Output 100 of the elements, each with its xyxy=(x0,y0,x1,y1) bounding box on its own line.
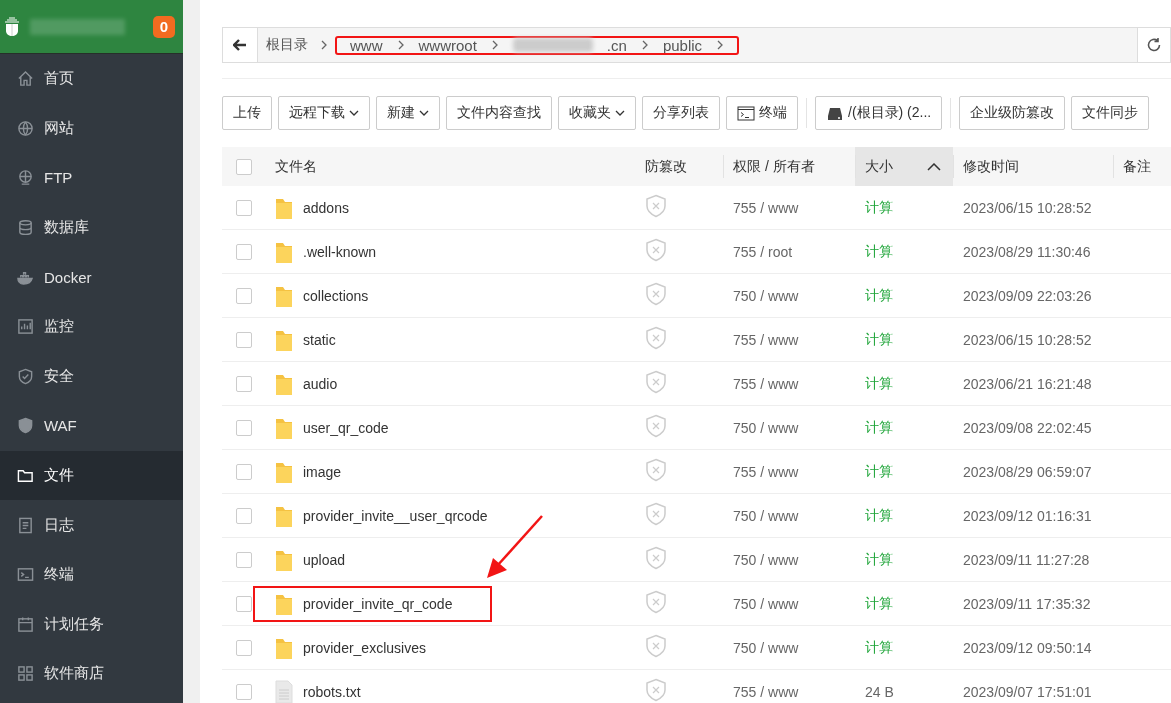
file-name[interactable]: addons xyxy=(303,199,349,216)
checkbox[interactable] xyxy=(236,683,252,700)
caret-icon xyxy=(419,109,429,117)
permission-cell: 750 / www xyxy=(723,581,855,626)
checkbox[interactable] xyxy=(236,507,252,524)
sidebar-item[interactable]: WAF xyxy=(0,401,183,451)
shield-off-icon[interactable] xyxy=(645,546,667,570)
modified-time-cell: 2023/06/15 10:28:52 xyxy=(953,317,1113,362)
file-name[interactable]: .well-known xyxy=(303,243,377,260)
toolbar-button[interactable]: 远程下载 xyxy=(278,96,370,130)
shield-off-icon[interactable] xyxy=(645,590,667,614)
sidebar-item[interactable]: FTP xyxy=(0,153,183,203)
toolbar-button[interactable]: 上传 xyxy=(222,96,272,130)
toolbar-button[interactable]: 文件内容查找 xyxy=(446,96,552,130)
checkbox[interactable] xyxy=(236,419,252,436)
sidebar-item[interactable]: 首页 xyxy=(0,54,183,104)
modified-time-cell: 2023/08/29 06:59:07 xyxy=(953,449,1113,494)
sidebar-item[interactable]: 监控 xyxy=(0,301,183,352)
checkbox[interactable] xyxy=(236,551,252,568)
checkbox[interactable] xyxy=(236,595,252,612)
checkbox[interactable] xyxy=(236,287,252,304)
sidebar-item[interactable]: Docker xyxy=(0,252,183,302)
permission-cell: 750 / www xyxy=(723,493,855,538)
file-name[interactable]: robots.txt xyxy=(303,683,361,700)
column-header[interactable]: 修改时间 xyxy=(953,147,1113,186)
file-name[interactable]: user_qr_code xyxy=(303,419,389,436)
permission-cell: 750 / www xyxy=(723,273,855,318)
shield-off-icon[interactable] xyxy=(645,238,667,262)
refresh-button[interactable] xyxy=(1137,28,1170,62)
permission-cell: 750 / www xyxy=(723,405,855,450)
sidebar-item[interactable]: 文件 xyxy=(0,450,183,501)
shield-off-icon[interactable] xyxy=(645,634,667,658)
log-icon xyxy=(17,516,34,534)
logo-icon xyxy=(4,16,20,37)
shield-off-icon[interactable] xyxy=(645,414,667,438)
ftp-icon xyxy=(17,169,34,187)
checkbox[interactable] xyxy=(236,199,252,216)
toolbar-button[interactable]: 企业级防篡改 xyxy=(959,96,1066,130)
file-name[interactable]: upload xyxy=(303,551,346,568)
modified-time-cell: 2023/09/09 22:03:26 xyxy=(953,273,1113,318)
sidebar-item[interactable]: 安全 xyxy=(0,351,183,402)
calendar-icon xyxy=(17,615,34,633)
checkbox[interactable] xyxy=(236,375,252,392)
file-name[interactable]: static xyxy=(303,331,336,348)
modified-time-cell: 2023/08/29 11:30:46 xyxy=(953,229,1113,274)
file-name[interactable]: provider_invite_qr_code xyxy=(303,595,453,612)
modified-time-cell: 2023/09/07 17:51:01 xyxy=(953,669,1113,703)
column-header[interactable]: 备注 xyxy=(1113,147,1171,186)
sort-caret-icon xyxy=(927,163,941,171)
permission-cell: 755 / www xyxy=(723,317,855,362)
shield-off-icon[interactable] xyxy=(645,678,667,702)
shield-off-icon[interactable] xyxy=(645,458,667,482)
file-name[interactable]: provider_invite__user_qrcode xyxy=(303,507,488,524)
file-name[interactable]: audio xyxy=(303,375,338,392)
sidebar-item[interactable]: 日志 xyxy=(0,500,183,550)
breadcrumb-link[interactable]: wwwroot xyxy=(418,36,477,54)
sidebar-item[interactable]: 终端 xyxy=(0,549,183,600)
modified-time-cell: 2023/09/11 11:27:28 xyxy=(953,537,1113,582)
modified-time-cell: 2023/09/11 17:35:32 xyxy=(953,581,1113,626)
sidebar-item[interactable]: 网站 xyxy=(0,103,183,154)
permission-cell: 755 / www xyxy=(723,361,855,406)
terminal-icon xyxy=(17,566,34,584)
permission-cell: 750 / www xyxy=(723,537,855,582)
breadcrumb-link[interactable]: www xyxy=(350,36,383,54)
column-header[interactable]: 防篡改 xyxy=(635,147,723,186)
toolbar-button[interactable]: 终端 xyxy=(726,96,798,130)
toolbar-button[interactable]: 收藏夹 xyxy=(558,96,636,130)
column-header[interactable]: 文件名 xyxy=(265,147,635,186)
shield-off-icon[interactable] xyxy=(645,370,667,394)
checkbox[interactable] xyxy=(236,158,252,175)
file-name[interactable]: provider_exclusives xyxy=(303,639,426,656)
shield-off-icon[interactable] xyxy=(645,282,667,306)
checkbox[interactable] xyxy=(236,463,252,480)
shield-off-icon[interactable] xyxy=(645,326,667,350)
toolbar-button[interactable]: 新建 xyxy=(376,96,440,130)
toolbar-button[interactable]: 分享列表 xyxy=(642,96,720,130)
checkbox[interactable] xyxy=(236,243,252,260)
apps-icon xyxy=(17,665,34,683)
breadcrumb-link[interactable]: public xyxy=(662,36,703,54)
column-header[interactable]: 权限 / 所有者 xyxy=(723,147,855,186)
sidebar-item[interactable]: 计划任务 xyxy=(0,599,183,650)
back-arrow-icon xyxy=(233,39,247,51)
sidebar-item[interactable]: 数据库 xyxy=(0,202,183,253)
toolbar-button[interactable]: 文件同步 xyxy=(1071,96,1150,130)
checkbox[interactable] xyxy=(236,639,252,656)
toolbar-button[interactable]: /(根目录) (2... xyxy=(815,96,943,130)
back-button[interactable] xyxy=(223,28,258,62)
db-icon xyxy=(17,219,34,237)
breadcrumb-link[interactable]: .cn xyxy=(606,36,627,54)
file-icon xyxy=(274,679,294,703)
column-header[interactable]: 大小 xyxy=(855,147,953,186)
file-name[interactable]: collections xyxy=(303,287,369,304)
checkbox[interactable] xyxy=(236,331,252,348)
disk-icon xyxy=(826,105,844,121)
shield-off-icon[interactable] xyxy=(645,502,667,526)
monitor-icon xyxy=(17,318,34,336)
shield-off-icon[interactable] xyxy=(645,194,667,218)
file-name[interactable]: image xyxy=(303,463,342,480)
sidebar-item[interactable]: 软件商店 xyxy=(0,649,183,699)
breadcrumb-link[interactable]: 根目录 xyxy=(266,36,308,54)
